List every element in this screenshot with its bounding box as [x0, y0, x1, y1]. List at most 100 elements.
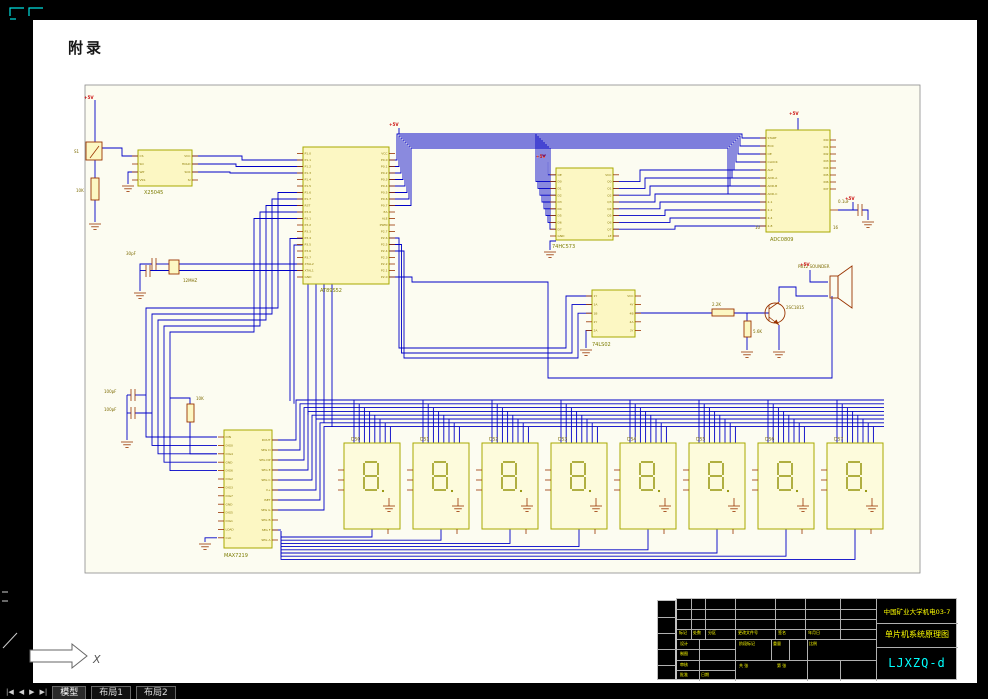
svg-text:ISET: ISET — [264, 498, 271, 502]
display-ds7: DS7 — [821, 437, 884, 534]
svg-text:1B: 1B — [594, 311, 598, 315]
svg-text:4Y: 4Y — [630, 303, 634, 307]
svg-text:IN5: IN5 — [823, 173, 828, 177]
svg-text:P1.3: P1.3 — [305, 171, 312, 175]
tb-cell: 更改文件号 — [738, 630, 758, 635]
display-ds6: DS6 — [752, 437, 815, 534]
svg-text:ADD-A: ADD-A — [768, 176, 779, 180]
svg-text:OE: OE — [768, 152, 772, 156]
svg-text:DIG6: DIG6 — [226, 469, 234, 473]
tb-cell: 批准 — [680, 672, 688, 677]
svg-text:DIG4: DIG4 — [226, 452, 234, 456]
tab-model[interactable]: 模型 — [52, 685, 87, 699]
svg-text:IN4: IN4 — [823, 166, 828, 170]
svg-text:SEG DP: SEG DP — [259, 458, 270, 462]
tb-cell: 设计 — [680, 641, 688, 646]
svg-text:P1.4: P1.4 — [305, 178, 312, 182]
svg-text:OE: OE — [558, 173, 562, 177]
chip-name-label: 74HC573 — [552, 244, 575, 250]
svg-text:IN2: IN2 — [823, 152, 828, 156]
svg-text:DIG5: DIG5 — [226, 511, 234, 515]
svg-text:IN3: IN3 — [823, 159, 828, 163]
title-block: 标记 处数 分区 更改文件号 签名 年月日 设计 制图 审核 批准 日期 阶段标… — [676, 598, 958, 681]
svg-text:P0.6: P0.6 — [381, 197, 388, 201]
tab-nav-prev-icon[interactable]: ◀ — [19, 688, 24, 696]
svg-text:Q3: Q3 — [607, 200, 611, 204]
tab-layout2[interactable]: 布局2 — [136, 685, 176, 699]
svg-text:V+: V+ — [266, 488, 271, 492]
tab-nav-first-icon[interactable]: |◀ — [6, 688, 14, 696]
display-ds0: DS0 — [338, 437, 401, 534]
tb-cell: 重量 — [773, 641, 781, 646]
svg-text:P0.3: P0.3 — [381, 178, 388, 182]
svg-text:DIG3: DIG3 — [226, 486, 234, 490]
chip-adc0809: ADC0809 START EOC OE CLOCK ALE ADD-A ADD-B ADD-C… — [760, 129, 836, 243]
svg-text:ALE: ALE — [768, 168, 774, 172]
tab-layout1[interactable]: 布局1 — [91, 685, 132, 699]
svg-text:GND: GND — [305, 275, 313, 279]
tb-cell: 阶段标记 — [739, 641, 755, 646]
label-r1: 10K — [76, 188, 84, 193]
svg-text:WP: WP — [140, 170, 145, 174]
power-flag: +5V — [845, 196, 855, 201]
svg-text:P2.2: P2.2 — [381, 262, 388, 266]
power-flag: +5V — [389, 122, 399, 127]
chip-name-label: 74LS02 — [592, 342, 611, 348]
svg-text:P0.4: P0.4 — [381, 184, 388, 188]
tb-cell: 共 张 — [739, 663, 749, 668]
svg-text:P2.6: P2.6 — [381, 236, 388, 240]
crosshair-icon — [28, 7, 43, 16]
svg-text:P1.1: P1.1 — [305, 158, 312, 162]
svg-text:CLOCK: CLOCK — [768, 160, 779, 164]
svg-text:XTAL2: XTAL2 — [305, 262, 314, 266]
svg-text:Q1: Q1 — [607, 187, 611, 191]
svg-text:ADD-B: ADD-B — [768, 184, 778, 188]
svg-text:P1.2: P1.2 — [305, 165, 312, 169]
title-block-drawing-number: LJXZQ-d — [888, 656, 946, 670]
svg-text:XTAL1: XTAL1 — [305, 269, 314, 273]
svg-text:2-2: 2-2 — [768, 208, 773, 212]
svg-text:3Y: 3Y — [630, 329, 634, 333]
svg-text:D1: D1 — [558, 187, 562, 191]
label-pin10: 10 — [755, 225, 761, 230]
svg-text:P0.2: P0.2 — [381, 171, 388, 175]
tb-cell: 签名 — [778, 630, 786, 635]
svg-text:P0.0: P0.0 — [381, 158, 388, 162]
tb-cell: 处数 — [693, 630, 701, 635]
svg-text:SEG E: SEG E — [262, 468, 271, 472]
tb-cell: 第 张 — [777, 663, 787, 668]
cad-model-space: { "colors": { "wire": "#0000c6", "chip_f… — [0, 0, 988, 699]
svg-text:DOUT: DOUT — [262, 438, 271, 442]
label-c1: 100pF — [104, 389, 117, 394]
label-cxtal: 30pF — [126, 251, 137, 256]
svg-text:Q6: Q6 — [607, 221, 611, 225]
svg-text:VCC: VCC — [381, 152, 387, 156]
svg-text:P3.3: P3.3 — [305, 230, 312, 234]
display-label: DS0 — [351, 437, 360, 443]
svg-text:P2.3: P2.3 — [381, 256, 388, 260]
svg-text:CS: CS — [140, 154, 144, 158]
svg-text:2-8: 2-8 — [768, 224, 773, 228]
svg-text:GND: GND — [558, 234, 566, 238]
svg-text:P0.7: P0.7 — [381, 204, 388, 208]
title-block-school: 中国矿业大学机电03-7 — [883, 608, 951, 616]
power-flag: +5V — [536, 154, 546, 159]
svg-text:P1.5: P1.5 — [305, 184, 312, 188]
display-label: DS7 — [834, 437, 843, 443]
label-c2: 100pF — [104, 407, 117, 412]
cad-viewport[interactable]: 附录 S1 10K 12MHZ 30pF 100pF 100pF 10K 2.2… — [0, 0, 988, 699]
svg-text:4B: 4B — [630, 311, 634, 315]
display-ds1: DS1 — [407, 437, 470, 534]
svg-text:D3: D3 — [558, 200, 562, 204]
svg-text:ALE: ALE — [382, 217, 388, 221]
svg-text:PSEN: PSEN — [380, 223, 388, 227]
svg-text:VCC: VCC — [627, 294, 633, 298]
switch-s1 — [85, 141, 103, 161]
svg-text:SI: SI — [188, 178, 191, 182]
svg-text:SEG D: SEG D — [261, 448, 271, 452]
tab-nav-next-icon[interactable]: ▶ — [29, 688, 34, 696]
chip-name-label: ADC0809 — [770, 237, 794, 243]
svg-text:P0.5: P0.5 — [381, 191, 388, 195]
tab-nav-last-icon[interactable]: ▶| — [40, 688, 48, 696]
label-s1: S1 — [74, 149, 80, 154]
